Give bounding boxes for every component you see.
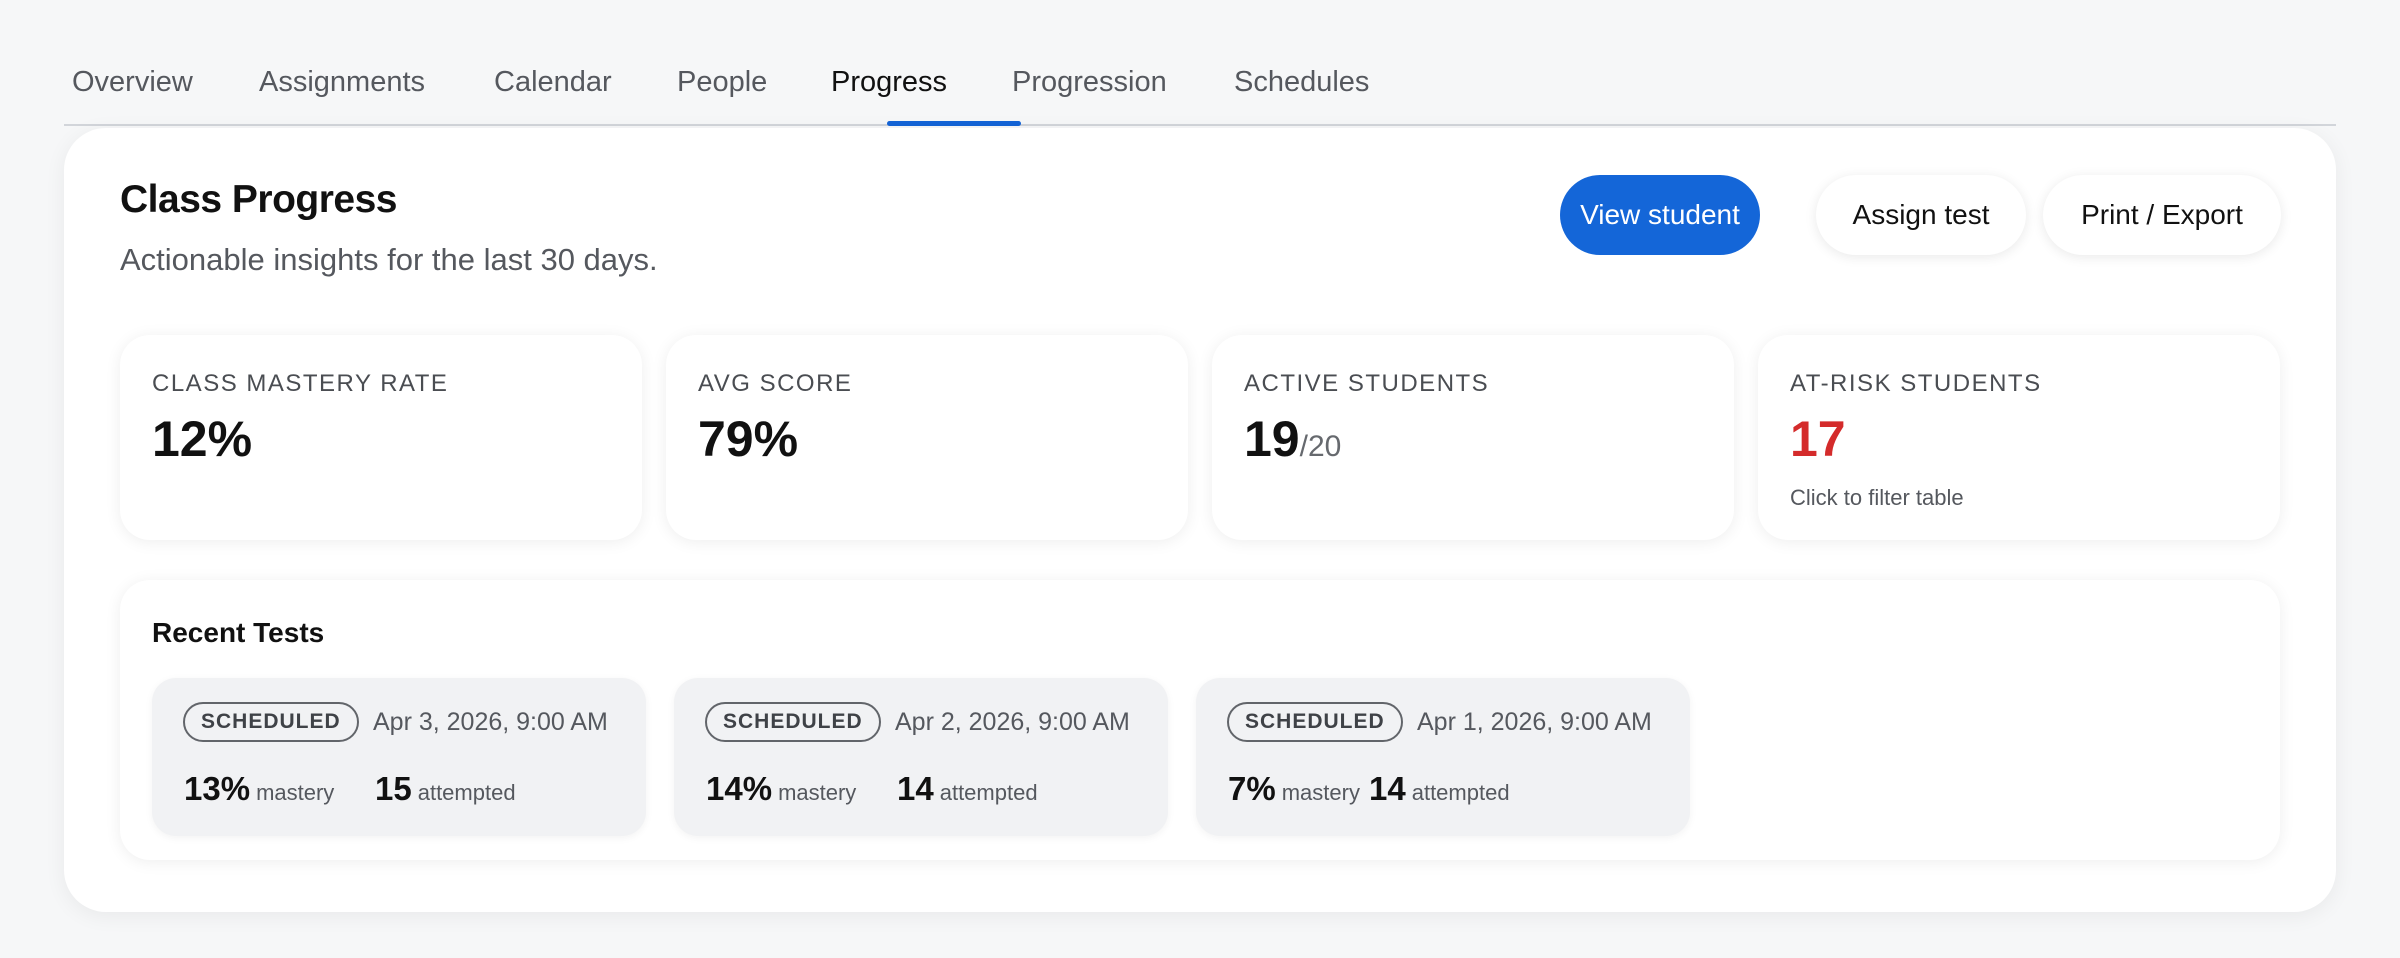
- tab-people[interactable]: People: [677, 66, 767, 99]
- tab-progress[interactable]: Progress: [831, 66, 947, 99]
- status-badge: SCHEDULED: [705, 702, 881, 742]
- class-mastery-card: CLASS MASTERY RATE 12%: [120, 335, 642, 540]
- mastery-metric: 7% mastery: [1228, 770, 1360, 808]
- progress-panel: Class Progress Actionable insights for t…: [64, 128, 2336, 912]
- mastery-label: mastery: [1281, 780, 1360, 805]
- attempted-value: 15: [375, 770, 412, 807]
- mastery-label: mastery: [256, 780, 335, 805]
- total-count: /20: [1299, 430, 1342, 463]
- stat-value: 79%: [698, 411, 799, 467]
- at-risk-card[interactable]: AT-RISK STUDENTS 17 Click to filter tabl…: [1758, 335, 2280, 540]
- stat-value-wrap: 19/20: [1244, 410, 1341, 468]
- attempted-metric: 14 attempted: [897, 770, 1038, 808]
- mastery-value: 14%: [706, 770, 773, 807]
- test-date: Apr 2, 2026, 9:00 AM: [895, 708, 1130, 736]
- status-badge: SCHEDULED: [1227, 702, 1403, 742]
- mastery-metric: 14% mastery: [706, 770, 856, 808]
- test-card[interactable]: SCHEDULED Apr 1, 2026, 9:00 AM 7% mastery…: [1196, 678, 1690, 836]
- mastery-value: 13%: [184, 770, 251, 807]
- attempted-label: attempted: [939, 780, 1038, 805]
- test-card[interactable]: SCHEDULED Apr 3, 2026, 9:00 AM 13% master…: [152, 678, 646, 836]
- active-students-card: ACTIVE STUDENTS 19/20: [1212, 335, 1734, 540]
- recent-tests-section: Recent Tests SCHEDULED Apr 3, 2026, 9:00…: [120, 580, 2280, 860]
- tab-bar: Overview Assignments Calendar People Pro…: [64, 52, 2336, 126]
- test-date: Apr 1, 2026, 9:00 AM: [1417, 708, 1652, 736]
- filter-hint: Click to filter table: [1790, 485, 1964, 510]
- mastery-label: mastery: [778, 780, 857, 805]
- stat-label: CLASS MASTERY RATE: [152, 370, 449, 397]
- status-badge: SCHEDULED: [183, 702, 359, 742]
- active-tab-indicator: [887, 121, 1021, 126]
- attempted-value: 14: [897, 770, 934, 807]
- stat-value: 12%: [152, 411, 253, 467]
- view-student-button[interactable]: View student: [1560, 175, 1760, 255]
- page-title: Class Progress: [120, 178, 398, 221]
- print-export-button[interactable]: Print / Export: [2043, 175, 2281, 255]
- page-subtitle: Actionable insights for the last 30 days…: [120, 242, 658, 277]
- assign-test-button[interactable]: Assign test: [1816, 175, 2026, 255]
- tab-progression[interactable]: Progression: [1012, 66, 1167, 99]
- stat-label: AT-RISK STUDENTS: [1790, 370, 2042, 397]
- tab-calendar[interactable]: Calendar: [494, 66, 612, 99]
- attempted-metric: 15 attempted: [375, 770, 516, 808]
- test-date: Apr 3, 2026, 9:00 AM: [373, 708, 608, 736]
- mastery-metric: 13% mastery: [184, 770, 334, 808]
- tab-overview[interactable]: Overview: [72, 66, 193, 99]
- attempted-metric: 14 attempted: [1369, 770, 1510, 808]
- attempted-label: attempted: [417, 780, 516, 805]
- stat-label: ACTIVE STUDENTS: [1244, 370, 1490, 397]
- active-count: 19: [1244, 411, 1300, 467]
- tab-assignments[interactable]: Assignments: [259, 66, 425, 99]
- mastery-value: 7%: [1228, 770, 1276, 807]
- attempted-label: attempted: [1411, 780, 1510, 805]
- test-card[interactable]: SCHEDULED Apr 2, 2026, 9:00 AM 14% master…: [674, 678, 1168, 836]
- avg-score-card: AVG SCORE 79%: [666, 335, 1188, 540]
- attempted-value: 14: [1369, 770, 1406, 807]
- tab-schedules[interactable]: Schedules: [1234, 66, 1369, 99]
- stat-label: AVG SCORE: [698, 370, 853, 397]
- section-title: Recent Tests: [152, 617, 325, 648]
- stat-value: 17: [1790, 411, 1846, 467]
